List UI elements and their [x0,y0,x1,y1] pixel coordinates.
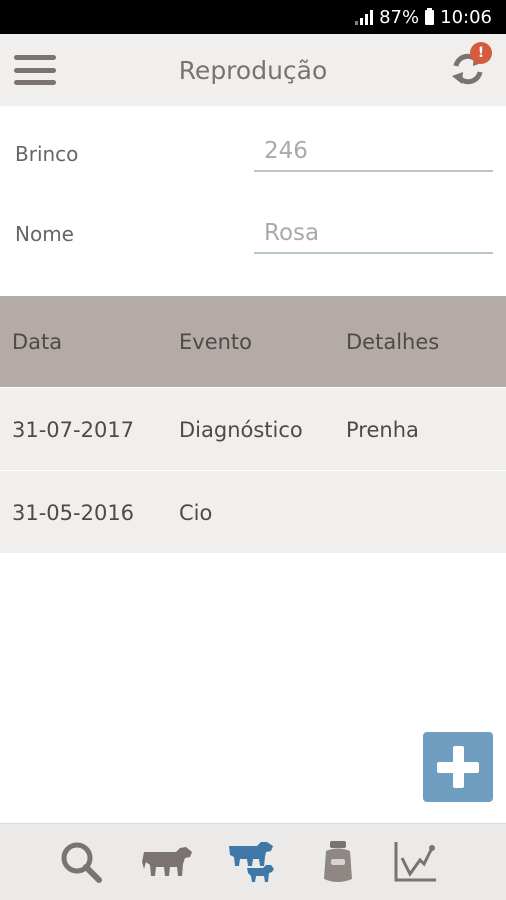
brinco-row: Brinco [0,114,506,194]
milk-can-icon [324,841,352,882]
cow-calf-icon [229,842,274,882]
column-header-evento: Evento [179,329,253,354]
column-header-detalhes: Detalhes [346,329,440,354]
nav-animals[interactable] [139,836,195,888]
table-row[interactable]: 31-05-2016 Cio [0,471,506,554]
sync-alert-badge: ! [470,42,492,64]
sync-button[interactable]: ! [446,42,492,90]
clock: 10:06 [440,6,492,28]
nome-input[interactable] [254,214,493,254]
cow-icon [142,847,192,876]
add-event-button[interactable] [423,732,493,802]
nav-reproduction[interactable] [224,836,280,888]
status-bar: 87% 10:06 [0,0,506,34]
nome-row: Nome [0,194,506,274]
brinco-label: Brinco [15,142,79,166]
search-icon [61,842,102,883]
brinco-input[interactable] [254,132,493,172]
page-title: Reprodução [178,55,328,85]
table-header: Data Evento Detalhes [0,296,506,387]
battery-icon [425,7,435,25]
nav-milk[interactable] [310,836,366,888]
screen: 87% 10:06 Reprodução ! Brinco Nome Data … [0,0,506,900]
battery-percent: 87% [379,6,420,28]
chart-icon [394,842,436,882]
cell-evento: Diagnóstico [179,417,303,442]
cell-data: 31-05-2016 [12,500,135,525]
cell-evento: Cio [179,500,213,525]
cell-detalhes: Prenha [346,417,419,442]
cell-data: 31-07-2017 [12,417,135,442]
menu-button[interactable] [14,55,56,85]
nav-statistics[interactable] [387,836,443,888]
nav-search[interactable] [53,836,109,888]
bottom-nav [0,823,506,900]
column-header-data: Data [12,329,63,354]
table-row[interactable]: 31-07-2017 Diagnóstico Prenha [0,388,506,471]
signal-icon [355,9,374,25]
app-header: Reprodução ! [0,34,506,106]
menu-icon [14,55,56,60]
nome-label: Nome [15,222,74,246]
